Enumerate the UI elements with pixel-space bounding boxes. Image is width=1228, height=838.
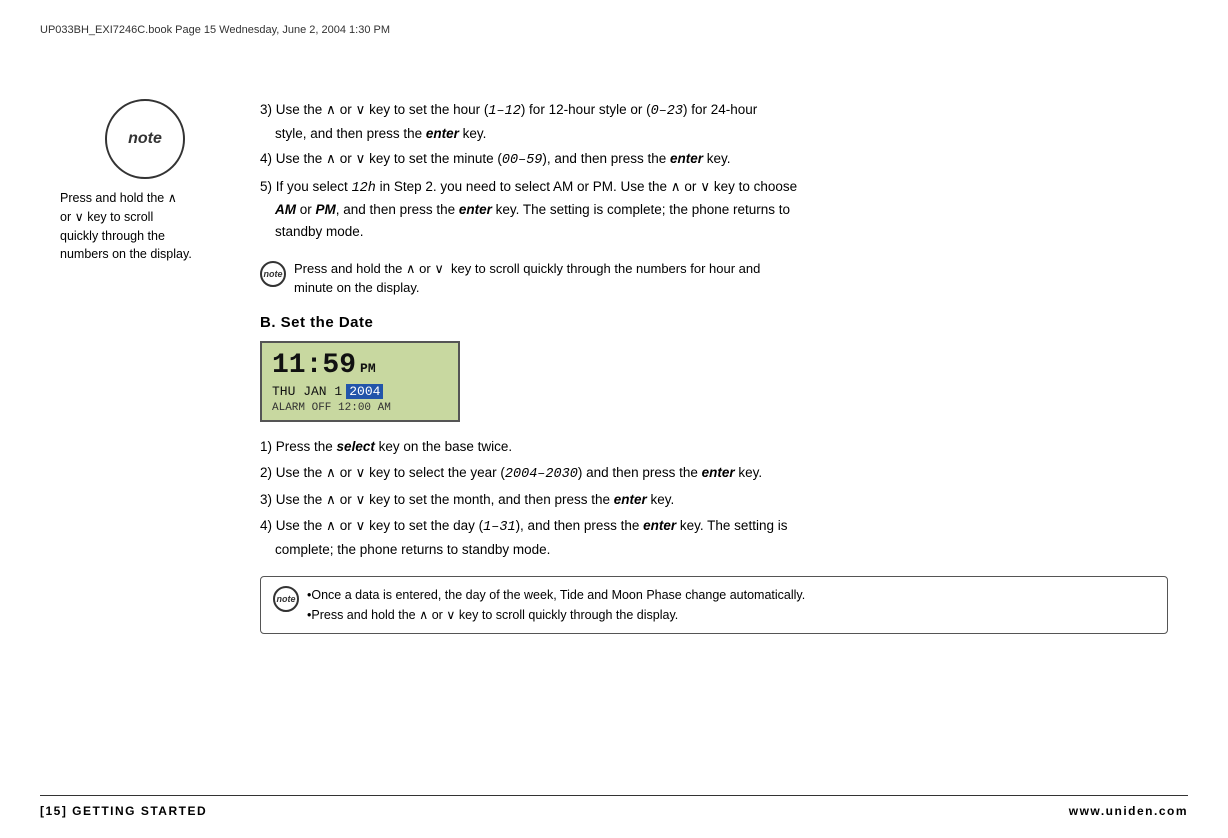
sb-step-4-num: 4) — [260, 518, 276, 533]
section-b-step-2: 2) Use the or key to select the year (20… — [260, 462, 1168, 486]
note-label-large: note — [128, 130, 162, 148]
note-circle-large: note — [105, 99, 185, 179]
note-circle-inline: note — [260, 261, 286, 287]
sidebar-text-1: Press and hold the — [60, 191, 164, 205]
section-b-step-4: 4) Use the or key to set the day (1–31),… — [260, 515, 1168, 560]
note-box-bottom: note •Once a data is entered, the day of… — [260, 576, 1168, 634]
step-4: 4) Use the or key to set the minute (00–… — [260, 148, 1168, 172]
step-3-cont: style, and then press the enter key. — [260, 126, 486, 141]
display-date-year: 2004 — [346, 384, 383, 399]
page-container: UP033BH_EXI7246C.book Page 15 Wednesday,… — [0, 0, 1228, 838]
note-label-bottom: note — [277, 594, 296, 604]
section-b-heading: B. Set the Date — [260, 314, 1168, 331]
note-inline-text: Press and hold the ∧ or ∨ key to scroll … — [294, 259, 760, 298]
section-b-steps: 1) Press the select key on the base twic… — [260, 436, 1168, 560]
step-5-cont2: standby mode. — [260, 224, 364, 239]
step-5-text: If you select 12h in Step 2. you need to… — [276, 179, 797, 194]
sidebar-text-3: key to scroll — [87, 210, 153, 224]
sidebar-arrow-down: ∨ — [75, 210, 88, 224]
sb-step-1-num: 1) — [260, 439, 276, 454]
step-5: 5) If you select 12h in Step 2. you need… — [260, 176, 1168, 243]
header-text: UP033BH_EXI7246C.book Page 15 Wednesday,… — [40, 24, 390, 36]
step-4-num: 4) — [260, 151, 276, 166]
section-b-step-3: 3) Use the or key to set the month, and … — [260, 489, 1168, 511]
section-b: B. Set the Date 11:59 PM THU JAN 1 2004 … — [260, 314, 1168, 635]
steps-list-first: 3) Use the or key to set the hour (1–12)… — [260, 99, 1168, 243]
note-label-inline: note — [264, 269, 283, 279]
note-inline-block: note Press and hold the ∧ or ∨ key to sc… — [260, 259, 1168, 298]
sb-step-4-text: Use the or key to set the day (1–31), an… — [276, 518, 788, 533]
sidebar-text-2: or — [60, 210, 71, 224]
step-4-text: Use the or key to set the minute (00–59)… — [276, 151, 731, 166]
sidebar-text-4: quickly through the — [60, 229, 165, 243]
display-time-row: 11:59 PM — [272, 349, 448, 383]
sidebar-note-text: Press and hold the ∧ or ∨ key to scroll … — [60, 189, 230, 264]
page-header: UP033BH_EXI7246C.book Page 15 Wednesday,… — [40, 20, 1188, 44]
sidebar-note: note Press and hold the ∧ or ∨ key to sc… — [60, 99, 250, 634]
footer-left: [15] GETTING STARTED — [40, 804, 207, 818]
sb-step-2-text: Use the or key to select the year (2004–… — [276, 465, 762, 480]
sidebar-text-5: numbers on the display. — [60, 247, 192, 261]
note-bottom-bullet1: •Once a data is entered, the day of the … — [307, 588, 805, 602]
display-date-row: THU JAN 1 2004 — [272, 384, 448, 399]
step-3-num: 3) — [260, 102, 276, 117]
step-3-text: Use the or key to set the hour (1–12) fo… — [276, 102, 758, 117]
note-box-bottom-text: •Once a data is entered, the day of the … — [307, 585, 805, 625]
section-b-step-1: 1) Press the select key on the base twic… — [260, 436, 1168, 458]
note-bottom-bullet2: •Press and hold the ∧ or ∨ key to scroll… — [307, 608, 678, 622]
display-box: 11:59 PM THU JAN 1 2004 ALARM OFF 12:00 … — [260, 341, 460, 423]
display-time-value: 11:59 — [272, 349, 356, 383]
sidebar-arrow-up: ∧ — [168, 191, 177, 205]
sb-step-3-num: 3) — [260, 492, 276, 507]
note-circle-bottom: note — [273, 586, 299, 612]
page-footer: [15] GETTING STARTED www.uniden.com — [40, 795, 1188, 818]
step-5-cont: AM or PM, and then press the enter key. … — [260, 202, 790, 217]
step-3: 3) Use the or key to set the hour (1–12)… — [260, 99, 1168, 144]
display-date-text: THU JAN 1 — [272, 384, 342, 399]
display-ampm: PM — [360, 361, 376, 377]
footer-right: www.uniden.com — [1069, 804, 1188, 818]
sb-step-3-text: Use the or key to set the month, and the… — [276, 492, 675, 507]
right-content: 3) Use the or key to set the hour (1–12)… — [250, 99, 1168, 634]
step-5-num: 5) — [260, 179, 276, 194]
sb-step-1-text: Press the select key on the base twice. — [276, 439, 512, 454]
sb-step-4-cont: complete; the phone returns to standby m… — [260, 542, 550, 557]
main-content: note Press and hold the ∧ or ∨ key to sc… — [60, 99, 1168, 634]
display-alarm: ALARM OFF 12:00 AM — [272, 402, 448, 414]
sb-step-2-num: 2) — [260, 465, 276, 480]
